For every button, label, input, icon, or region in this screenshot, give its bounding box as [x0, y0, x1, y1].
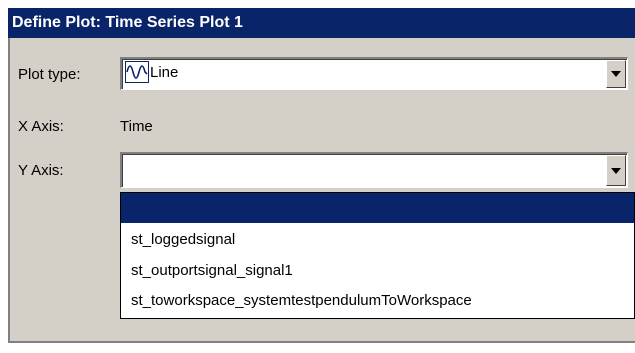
- list-item[interactable]: st_outportsignal_signal1: [131, 262, 293, 279]
- panel-bottom-border: [8, 341, 635, 343]
- line-plot-icon: [125, 61, 149, 83]
- dialog-title: Define Plot: Time Series Plot 1: [8, 8, 635, 38]
- plot-type-value: Line: [150, 64, 179, 81]
- list-item-selected-empty[interactable]: [121, 193, 634, 223]
- chevron-down-icon: [611, 168, 621, 174]
- y-axis-options-list: st_loggedsignal st_outportsignal_signal1…: [120, 192, 635, 319]
- x-axis-label: X Axis:: [18, 118, 64, 135]
- plot-type-dropdown-button[interactable]: [606, 60, 626, 88]
- define-plot-dialog: Define Plot: Time Series Plot 1 Plot typ…: [0, 0, 635, 353]
- y-axis-dropdown[interactable]: [120, 152, 628, 188]
- list-item[interactable]: st_loggedsignal: [131, 231, 235, 248]
- list-item[interactable]: st_toworkspace_systemtestpendulumToWorks…: [131, 292, 472, 309]
- y-axis-label: Y Axis:: [18, 162, 64, 179]
- y-axis-dropdown-button[interactable]: [606, 155, 626, 186]
- plot-type-label: Plot type:: [18, 66, 81, 83]
- chevron-down-icon: [611, 71, 621, 77]
- x-axis-value: Time: [120, 118, 153, 135]
- plot-type-dropdown[interactable]: Line: [120, 57, 628, 90]
